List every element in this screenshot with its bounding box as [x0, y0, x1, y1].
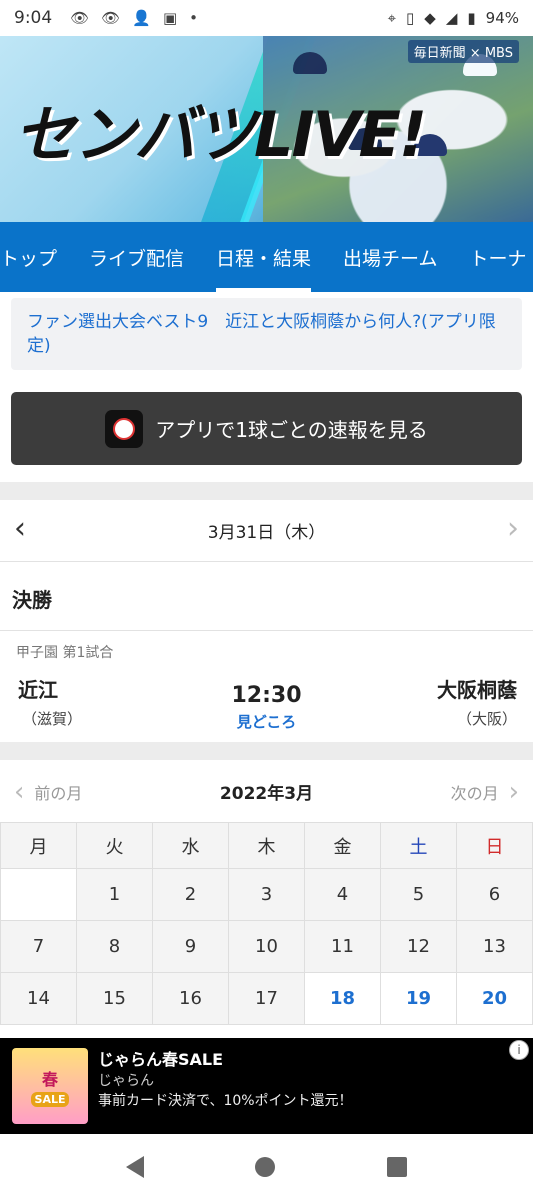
calendar-day: 7 [0, 920, 77, 973]
calendar-day: 3 [228, 868, 305, 921]
site-logo: センバツLIVE! [14, 98, 427, 171]
sponsor-logo: 毎日新聞 × MBS [407, 40, 519, 63]
divider [0, 630, 533, 631]
eye-icon: 👁 [101, 9, 121, 27]
weekday-sat: 土 [380, 822, 457, 869]
calendar-day-empty [0, 868, 77, 921]
d-icon: ▣ [162, 9, 178, 27]
back-icon[interactable] [125, 1156, 144, 1178]
calendar-day: 15 [76, 972, 153, 1025]
prev-day-chevron-icon[interactable]: ‹ [14, 514, 26, 544]
calendar-week-row: 1 2 3 4 5 6 [0, 868, 533, 921]
location-icon: ⌖ [387, 9, 397, 27]
calendar-day: 5 [380, 868, 457, 921]
signal-icon: ◢ [445, 9, 458, 27]
section-divider [0, 742, 533, 760]
calendar-day: 14 [0, 972, 77, 1025]
weekday-fri: 金 [304, 822, 381, 869]
calendar-day: 10 [228, 920, 305, 973]
cap-shape [293, 52, 327, 74]
calendar-week-row: 7 8 9 10 11 12 13 [0, 920, 533, 973]
sportsnavi-app-icon [105, 409, 144, 448]
ad-description: 事前カード決済で、10%ポイント還元！ [98, 1093, 353, 1109]
next-day-chevron-icon[interactable]: › [507, 514, 519, 544]
ad-thumb-sub: SALE [30, 1091, 70, 1107]
ad-title: じゃらん春SALE [98, 1050, 224, 1069]
game-venue: 甲子園 第1試合 [16, 645, 114, 661]
home-icon[interactable] [255, 1157, 276, 1177]
month-navigation: ‹ 前の月 2022年3月 次の月 › [0, 760, 533, 822]
wifi-icon: ◆ [424, 9, 436, 27]
open-app-button[interactable]: アプリで1球ごとの速報を見る [11, 392, 522, 465]
recents-icon[interactable] [387, 1157, 408, 1177]
calendar-day: 4 [304, 868, 381, 921]
weekday-wed: 水 [152, 822, 229, 869]
weekday-thu: 木 [228, 822, 305, 869]
hero-banner: センバツLIVE! 毎日新聞 × MBS [0, 36, 533, 222]
preview-link[interactable]: 見どころ [0, 711, 533, 732]
next-month-label: 次の月 [450, 784, 499, 803]
ad-thumb-text: 春 [41, 1069, 58, 1089]
status-time: 9:04 [14, 8, 53, 28]
current-date: 3月31日（木） [207, 523, 326, 543]
calendar-grid: 月 火 水 木 金 土 日 1 2 3 4 5 6 7 8 9 10 11 12… [0, 822, 533, 1025]
calendar-day: 12 [380, 920, 457, 973]
battery-icon: ▮ [467, 9, 476, 27]
calendar-day: 8 [76, 920, 153, 973]
section-divider [0, 482, 533, 500]
calendar-day: 2 [152, 868, 229, 921]
calendar-weekday-row: 月 火 水 木 金 土 日 [0, 822, 533, 869]
ad-thumbnail: 春 SALE [12, 1048, 88, 1124]
calendar-day: 16 [152, 972, 229, 1025]
calendar-week-row: 14 15 16 17 18 19 20 [0, 972, 533, 1025]
news-link[interactable]: ファン選出大会ベスト9 近江と大阪桐蔭から何人?(アプリ限定) [11, 298, 522, 370]
chevron-left-icon: ‹ [14, 777, 25, 807]
android-nav-bar [0, 1134, 533, 1200]
tab-tournament[interactable]: トーナ [453, 222, 533, 292]
weekday-tue: 火 [76, 822, 153, 869]
open-app-label: アプリで1球ごとの速報を見る [155, 418, 428, 442]
tab-schedule[interactable]: 日程・結果 [200, 222, 327, 292]
calendar-day-game[interactable]: 19 [380, 972, 457, 1025]
tab-top[interactable]: トップ [0, 222, 73, 292]
calendar-day-game[interactable]: 20 [456, 972, 533, 1025]
ad-banner[interactable]: 春 SALE じゃらん春SALE じゃらん 事前カード決済で、10%ポイント還元… [0, 1038, 533, 1134]
ad-advertiser: じゃらん [98, 1073, 154, 1089]
calendar-day: 6 [456, 868, 533, 921]
date-navigation: ‹ 3月31日（木） › [0, 500, 533, 562]
current-month: 2022年3月 [219, 783, 314, 804]
calendar-day: 9 [152, 920, 229, 973]
chevron-right-icon: › [508, 777, 519, 807]
prev-month-button[interactable]: ‹ 前の月 [14, 777, 83, 807]
tab-live[interactable]: ライブ配信 [73, 222, 200, 292]
tab-bar: トップ ライブ配信 日程・結果 出場チーム トーナ [0, 222, 533, 292]
ad-info-icon[interactable]: i [509, 1040, 529, 1060]
team-right-name: 大阪桐蔭 [437, 678, 517, 702]
prev-month-label: 前の月 [34, 784, 83, 803]
calendar-day: 17 [228, 972, 305, 1025]
eye-icon: 👁 [70, 9, 90, 27]
vibrate-icon: ▯ [406, 9, 415, 27]
round-title: 決勝 [12, 588, 52, 612]
calendar-day: 1 [76, 868, 153, 921]
team-right-prefecture: （大阪） [456, 710, 517, 728]
next-month-button[interactable]: 次の月 › [450, 777, 519, 807]
tab-teams[interactable]: 出場チーム [327, 222, 453, 292]
calendar-day: 11 [304, 920, 381, 973]
battery-percent: 94% [485, 9, 519, 27]
weekday-mon: 月 [0, 822, 77, 869]
person-add-icon: 👤 [132, 9, 151, 27]
weekday-sun: 日 [456, 822, 533, 869]
calendar-day: 13 [456, 920, 533, 973]
dot-icon: • [189, 9, 199, 27]
status-bar: 9:04 👁 👁 👤 ▣ • ⌖ ▯ ◆ ◢ ▮ 94% [0, 0, 533, 36]
calendar-day-game[interactable]: 18 [304, 972, 381, 1025]
baseball-icon [113, 417, 136, 440]
